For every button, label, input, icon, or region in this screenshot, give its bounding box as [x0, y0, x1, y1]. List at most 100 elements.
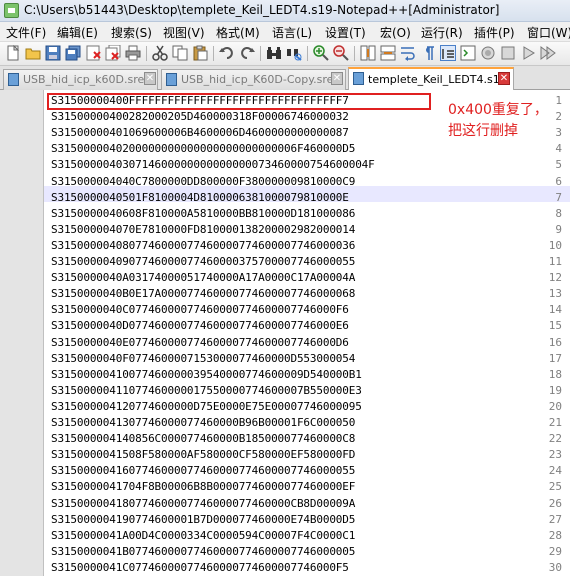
line-number: 11: [548, 255, 562, 268]
sync-vertical-icon[interactable]: [360, 45, 376, 61]
print-icon[interactable]: [125, 45, 141, 61]
close-tab-icon[interactable]: ✕: [331, 72, 343, 85]
code-line[interactable]: S3150000040C0774600007746000077460000774…: [51, 303, 349, 316]
zoom-out-icon[interactable]: [333, 45, 349, 61]
menu-settings[interactable]: 设置(T): [325, 24, 366, 41]
undo-icon[interactable]: [219, 45, 235, 61]
line-number: 29: [548, 544, 562, 558]
find-icon[interactable]: [266, 45, 282, 61]
menu-view[interactable]: 视图(V): [163, 24, 205, 41]
code-line[interactable]: S3150000040608F810000A5810000BB810000D18…: [51, 207, 355, 220]
line-number: 24: [548, 464, 562, 478]
line-number: 16: [548, 335, 562, 349]
menu-plugins[interactable]: 插件(P): [474, 24, 515, 41]
code-line[interactable]: S315000004070E7810000FD81000013820000298…: [51, 223, 355, 236]
code-line[interactable]: S3150000041C0774600007746000077460000774…: [51, 561, 349, 574]
close-tab-icon[interactable]: ✕: [498, 72, 510, 85]
code-line[interactable]: S315000004030714600000000000000073460000…: [51, 158, 375, 171]
tab-usb-hid-icp-k60d-srec[interactable]: USB_hid_icp_k60D.srec ✕: [3, 69, 158, 90]
code-line[interactable]: S31500000410077460000039540000774600009D…: [51, 368, 362, 381]
code-line[interactable]: S315000004180774600007746000077460000CB8…: [51, 497, 355, 510]
line-number: 7: [555, 190, 562, 204]
line-number: 1: [555, 94, 562, 107]
close-icon[interactable]: [85, 45, 101, 61]
annotation-line-2: 把这行删掉: [448, 123, 518, 139]
menu-window[interactable]: 窗口(W): [527, 24, 570, 41]
code-line[interactable]: S315000004090774600007746000037570000774…: [51, 255, 355, 268]
tab-usb-hid-icp-k60d-copy-srec[interactable]: USB_hid_icp_K60D-Copy.srec ✕: [161, 69, 346, 90]
code-line[interactable]: S3150000041307746000077460000B96B00001F6…: [51, 416, 355, 429]
save-icon[interactable]: [45, 45, 61, 61]
code-line[interactable]: S3150000040E0774600007746000077460000774…: [51, 336, 349, 349]
code-line[interactable]: S31500000401069600006B4600006D4600000000…: [51, 126, 349, 139]
code-line[interactable]: S315000004120774600000D75E0000E75E000077…: [51, 400, 362, 413]
code-line[interactable]: S3150000040D0774600007746000077460000774…: [51, 319, 349, 332]
macro-stop-icon[interactable]: [500, 45, 516, 61]
menu-file[interactable]: 文件(F): [6, 24, 46, 41]
line-number: 15: [548, 319, 562, 333]
code-line[interactable]: S3150000040B0E17A00007746000077460000774…: [51, 287, 355, 300]
code-line[interactable]: S3150000040F0774600007153000077460000D55…: [51, 352, 355, 365]
redo-icon[interactable]: [239, 45, 255, 61]
line-number: 13: [548, 287, 562, 301]
editor[interactable]: 1 S31500000400FFFFFFFFFFFFFFFFFFFFFFFFFFF…: [0, 90, 570, 576]
code-line[interactable]: S31500000400282000205D460000318F00006746…: [51, 110, 349, 123]
line-number: 28: [548, 528, 562, 542]
code-line[interactable]: S3150000041B0774600007746000077460000774…: [51, 545, 355, 558]
word-wrap-icon[interactable]: [400, 45, 416, 61]
annotation-note: 0x400重复了， 把这行删掉: [448, 100, 548, 142]
toolbar-separator: [146, 46, 147, 61]
zoom-in-icon[interactable]: [313, 45, 329, 61]
open-file-icon[interactable]: [25, 45, 41, 61]
tab-templete-keil-ledt4-s19[interactable]: templete_Keil_LEDT4.s19 ✕: [348, 67, 514, 90]
sync-horizontal-icon[interactable]: [380, 45, 396, 61]
file-icon: [8, 73, 19, 86]
line-number: 12: [548, 271, 562, 285]
menu-bar: 文件(F) 编辑(E) 搜索(S) 视图(V) 格式(M) 语言(L) 设置(T…: [0, 22, 570, 42]
copy-icon[interactable]: [172, 45, 188, 61]
code-line[interactable]: S315000004080774600007746000077460000774…: [51, 239, 355, 252]
show-all-chars-icon[interactable]: [420, 45, 436, 61]
close-all-icon[interactable]: [105, 44, 121, 61]
macro-record-icon[interactable]: [480, 45, 496, 61]
macro-play-icon[interactable]: [520, 45, 536, 61]
code-line[interactable]: S3150000041704F8B00006B8B000077460000774…: [51, 480, 355, 493]
code-line[interactable]: S3150000041A00D4C0000334C0000594C00007F4…: [51, 529, 355, 542]
toolbar-separator: [213, 46, 214, 61]
code-line[interactable]: S3150000040200000000000000000000000006F4…: [51, 142, 355, 155]
code-line[interactable]: S3150000040501F8100004D81000063810000798…: [51, 191, 349, 204]
menu-format[interactable]: 格式(M): [216, 24, 260, 41]
macro-play-multiple-icon[interactable]: [540, 45, 556, 61]
line-number: 8: [555, 206, 562, 220]
menu-macro[interactable]: 宏(O): [380, 24, 411, 41]
indent-guide-icon[interactable]: [440, 45, 456, 61]
save-all-icon[interactable]: [65, 45, 81, 61]
code-line[interactable]: S315000004040C7800000DD800000F3800000098…: [51, 175, 355, 188]
window-title: C:\Users\b51443\Desktop\templete_Keil_LE…: [24, 3, 500, 17]
line-number-gutter: [0, 90, 44, 576]
menu-search[interactable]: 搜索(S): [111, 24, 152, 41]
code-line[interactable]: S31500000411077460000017550000774600007B…: [51, 384, 362, 397]
line-number: 27: [548, 512, 562, 526]
line-number: 22: [548, 432, 562, 446]
menu-language[interactable]: 语言(L): [272, 24, 312, 41]
tab-bar: USB_hid_icp_k60D.srec ✕ USB_hid_icp_K60D…: [0, 66, 570, 90]
new-file-icon[interactable]: [5, 44, 21, 61]
user-defined-language-icon[interactable]: [460, 45, 476, 61]
cut-icon[interactable]: [152, 45, 168, 61]
menu-run[interactable]: 运行(R): [421, 24, 463, 41]
replace-icon[interactable]: [286, 45, 302, 61]
code-line[interactable]: S3150000040A03174000051740000A17A0000C17…: [51, 271, 355, 284]
code-line[interactable]: S315000004160774600007746000077460000774…: [51, 464, 355, 477]
menu-edit[interactable]: 编辑(E): [57, 24, 98, 41]
title-bar: C:\Users\b51443\Desktop\templete_Keil_LE…: [0, 0, 570, 22]
code-line[interactable]: S315000004140856C000077460000B1850000774…: [51, 432, 355, 445]
paste-icon[interactable]: [192, 45, 208, 61]
file-icon: [166, 73, 177, 86]
code-line[interactable]: S315000004190774600001B7D000077460000E74…: [51, 513, 355, 526]
line-number: 3: [555, 126, 562, 140]
code-line[interactable]: S3150000041508F580000AF580000CF580000EF5…: [51, 448, 355, 461]
line-number: 9: [555, 222, 562, 236]
toolbar-separator: [354, 46, 355, 61]
close-tab-icon[interactable]: ✕: [144, 72, 156, 85]
